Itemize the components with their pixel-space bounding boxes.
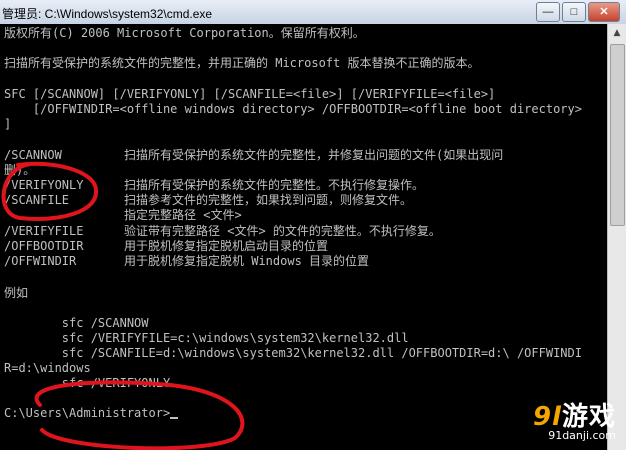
option-offwindir: /OFFWINDIR [4,254,77,268]
console-output[interactable]: 版权所有(C) 2006 Microsoft Corporation。保留所有权… [0,24,608,450]
title-bar: 管理员: C:\Windows\system32\cmd.exe — □ ✕ [0,0,626,25]
option-verifyfile: /VERIFYFILE [4,224,84,238]
example-line-3-wrap: R=d:\windows [4,361,91,375]
prompt-path: C:\Users\Administrator> [4,406,171,420]
syntax-line-1: SFC [/SCANNOW] [/VERIFYONLY] [/SCANFILE=… [4,87,496,101]
vertical-scrollbar[interactable]: ▲ [607,24,626,450]
option-verifyonly: /VERIFYONLY [4,178,84,192]
example-line-1: sfc /SCANNOW [4,316,149,330]
option-offbootdir: /OFFBOOTDIR [4,239,84,253]
description-line: 扫描所有受保护的系统文件的完整性，并用正确的 Microsoft 版本替换不正确… [4,56,480,70]
site-watermark: 9l游戏 91danji.com [533,396,616,442]
example-line-2: sfc /VERIFYFILE=c:\windows\system32\kern… [4,331,409,345]
option-scanfile: /SCANFILE [4,193,70,207]
window-controls: — □ ✕ [536,2,620,22]
example-line-3: sfc /SCANFILE=d:\windows\system32\kernel… [4,346,582,360]
watermark-logo: 9l游戏 [532,402,616,432]
option-scannow-desc: 扫描所有受保护的系统文件的完整性，并修复出问题的文件(如果出现问 [124,148,504,162]
examples-heading: 例如 [4,286,29,300]
close-button[interactable]: ✕ [588,2,620,22]
option-offwindir-desc: 用于脱机修复指定脱机 Windows 目录的位置 [124,254,370,268]
window-title: 管理员: C:\Windows\system32\cmd.exe [2,7,213,21]
maximize-button[interactable]: □ [562,2,586,22]
scroll-up-arrow-icon[interactable]: ▲ [610,26,624,40]
minimize-button[interactable]: — [536,2,560,22]
option-offbootdir-desc: 用于脱机修复指定脱机启动目录的位置 [124,239,329,253]
syntax-line-3: ] [4,117,12,131]
syntax-line-2: [/OFFWINDIR=<offline windows directory> … [4,102,582,116]
option-verifyonly-desc: 扫描所有受保护的系统文件的完整性。不执行修复操作。 [124,178,425,192]
option-scanfile-desc: 扫描参考文件的完整性，如果找到问题，则修复文件。 [124,193,413,207]
option-scannow: /SCANNOW [4,148,62,162]
text-cursor [170,417,179,419]
scrollbar-thumb[interactable] [610,44,625,226]
option-scannow-wrap: 删)。 [4,163,36,177]
example-line-4: sfc /VERIFYONLY [4,376,171,390]
option-verifyfile-desc: 验证带有完整路径 <文件> 的文件的完整性。不执行修复。 [124,224,441,238]
option-scanfile-desc-2: 指定完整路径 <文件> [124,208,242,222]
copyright-line: 版权所有(C) 2006 Microsoft Corporation。保留所有权… [4,26,365,40]
command-prompt[interactable]: C:\Users\Administrator> [4,406,179,421]
